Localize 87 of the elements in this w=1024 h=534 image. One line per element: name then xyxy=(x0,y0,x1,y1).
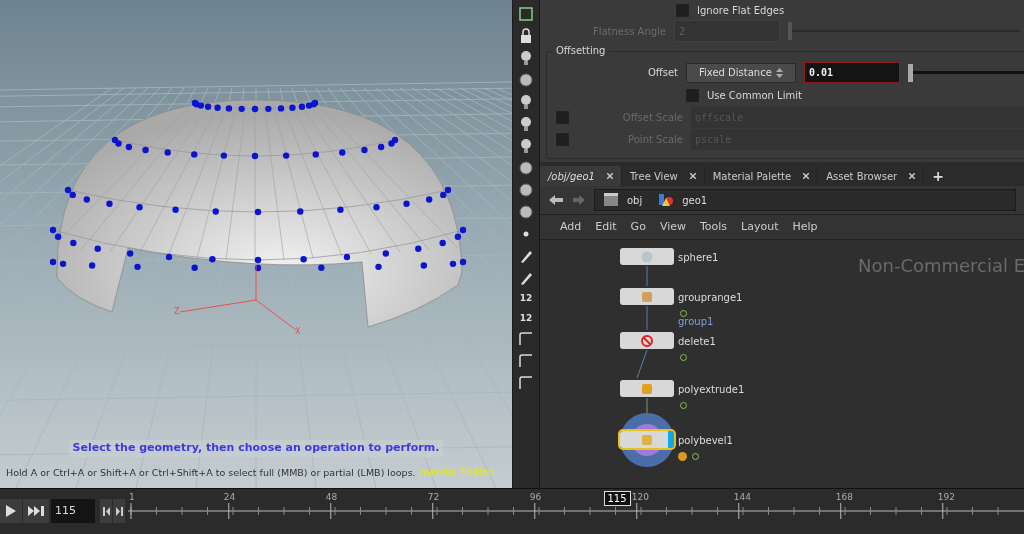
node-label[interactable]: polyextrude1 xyxy=(678,382,745,397)
slider-track[interactable] xyxy=(788,22,1020,40)
hint-text: Hold A or Ctrl+A or Shift+A or Ctrl+Shift+A to select full (MMB) or partial (LMB) loops. xyxy=(6,466,416,480)
checkbox-label: Ignore Flat Edges xyxy=(697,4,785,18)
wire xyxy=(646,265,648,287)
group-icon xyxy=(641,290,653,303)
no-entry-icon xyxy=(641,334,653,347)
path-segment[interactable]: obj xyxy=(627,192,643,208)
slider-track[interactable] xyxy=(908,63,1024,82)
menu-item[interactable]: Help xyxy=(792,218,818,236)
close-icon[interactable] xyxy=(606,173,613,179)
step-forward-button[interactable] xyxy=(113,499,125,523)
group-title: Offsetting xyxy=(552,43,610,58)
skip-end-button[interactable] xyxy=(23,499,49,523)
tick-label: 1 xyxy=(129,491,135,504)
menu-item[interactable]: Go xyxy=(630,218,646,236)
instruction-text: Select the geometry, then choose an operation to perform. xyxy=(68,440,444,457)
node-label[interactable]: grouprange1 xyxy=(678,290,743,305)
menu-item[interactable]: View xyxy=(659,218,686,236)
viewport[interactable]: Z X Select the geometry, then choose an operation to perform. Hold A or Ctrl+A or Shift+A or Ctrl+Shift+A to select full (MMB) or partial (LMB) loops. mercial Edition xyxy=(0,0,512,488)
step-back-button[interactable] xyxy=(100,499,112,523)
tick-label: 72 xyxy=(427,491,440,504)
menu-item[interactable]: Edit xyxy=(595,218,617,236)
axis-label: Z xyxy=(174,307,180,316)
axis-label: X xyxy=(295,327,301,336)
path-segment[interactable]: geo1 xyxy=(682,192,708,208)
node-label[interactable]: polybevel1 xyxy=(678,433,733,448)
edition-note: mercial Edition xyxy=(419,466,495,480)
box-icon xyxy=(641,382,653,395)
node[interactable] xyxy=(620,380,674,397)
node[interactable] xyxy=(620,431,674,448)
node-label[interactable]: sphere1 xyxy=(678,250,719,265)
shelf-label[interactable]: 12 xyxy=(519,311,533,325)
node[interactable] xyxy=(620,288,674,305)
shelf-label[interactable]: 12 xyxy=(519,292,533,306)
shapes-icon xyxy=(658,193,675,207)
checkbox[interactable] xyxy=(556,133,569,146)
bulb-icon[interactable] xyxy=(518,50,534,66)
play-button[interactable] xyxy=(0,499,22,523)
tick-label: 96 xyxy=(529,491,542,504)
bulb-icon[interactable] xyxy=(518,94,534,110)
dome-mesh-drawing[interactable] xyxy=(49,99,467,328)
spinner-icon[interactable] xyxy=(776,67,783,78)
node[interactable] xyxy=(620,332,674,349)
tick-label: 192 xyxy=(937,491,955,504)
checkbox[interactable] xyxy=(676,4,689,17)
menu-item[interactable]: Tools xyxy=(700,218,728,236)
wire xyxy=(636,349,648,379)
warning-icon[interactable] xyxy=(678,452,687,461)
back-icon[interactable] xyxy=(548,194,564,206)
slider-handle[interactable] xyxy=(908,63,913,82)
wire xyxy=(646,305,648,331)
step-forward-icon xyxy=(115,506,123,516)
current-frame-marker[interactable]: 115 xyxy=(603,491,631,506)
box-icon xyxy=(641,433,653,446)
node-label[interactable]: delete1 xyxy=(678,334,716,349)
tick-label: 120 xyxy=(631,491,649,504)
tab[interactable]: /obj/geo1 xyxy=(540,166,622,186)
clapboard-icon xyxy=(603,193,619,207)
node[interactable] xyxy=(620,248,674,265)
number-field[interactable]: 0.01 xyxy=(804,62,900,83)
sphere-icon xyxy=(641,250,653,263)
menu-item[interactable]: Add xyxy=(560,218,582,236)
step-back-icon xyxy=(102,506,110,516)
checkbox[interactable] xyxy=(686,89,699,102)
group-label: group1 xyxy=(678,315,714,329)
close-icon[interactable] xyxy=(803,173,810,179)
menu-item[interactable]: Layout xyxy=(741,218,779,236)
tick-label: 24 xyxy=(223,491,236,504)
bulb-icon[interactable] xyxy=(518,138,534,154)
frame-field[interactable]: 115 xyxy=(51,499,95,523)
add-tab-button[interactable]: + xyxy=(924,166,952,186)
skip-end-icon xyxy=(28,506,44,516)
tick-label: 168 xyxy=(835,491,853,504)
watermark-text: Non-Commercial E xyxy=(858,254,1024,278)
lock-icon[interactable] xyxy=(518,28,534,44)
checkbox[interactable] xyxy=(556,111,569,124)
bulb-icon[interactable] xyxy=(518,116,534,132)
close-icon[interactable] xyxy=(909,173,916,179)
checkbox-label: Use Common Limit xyxy=(707,89,802,103)
tick-label: 48 xyxy=(325,491,338,504)
timeline-ruler[interactable] xyxy=(127,502,1024,520)
field-label: Offset xyxy=(646,66,678,80)
close-icon[interactable] xyxy=(689,173,696,179)
dropdown[interactable]: Fixed Distance xyxy=(686,62,796,83)
play-icon xyxy=(6,505,16,517)
tick-label: 144 xyxy=(733,491,751,504)
